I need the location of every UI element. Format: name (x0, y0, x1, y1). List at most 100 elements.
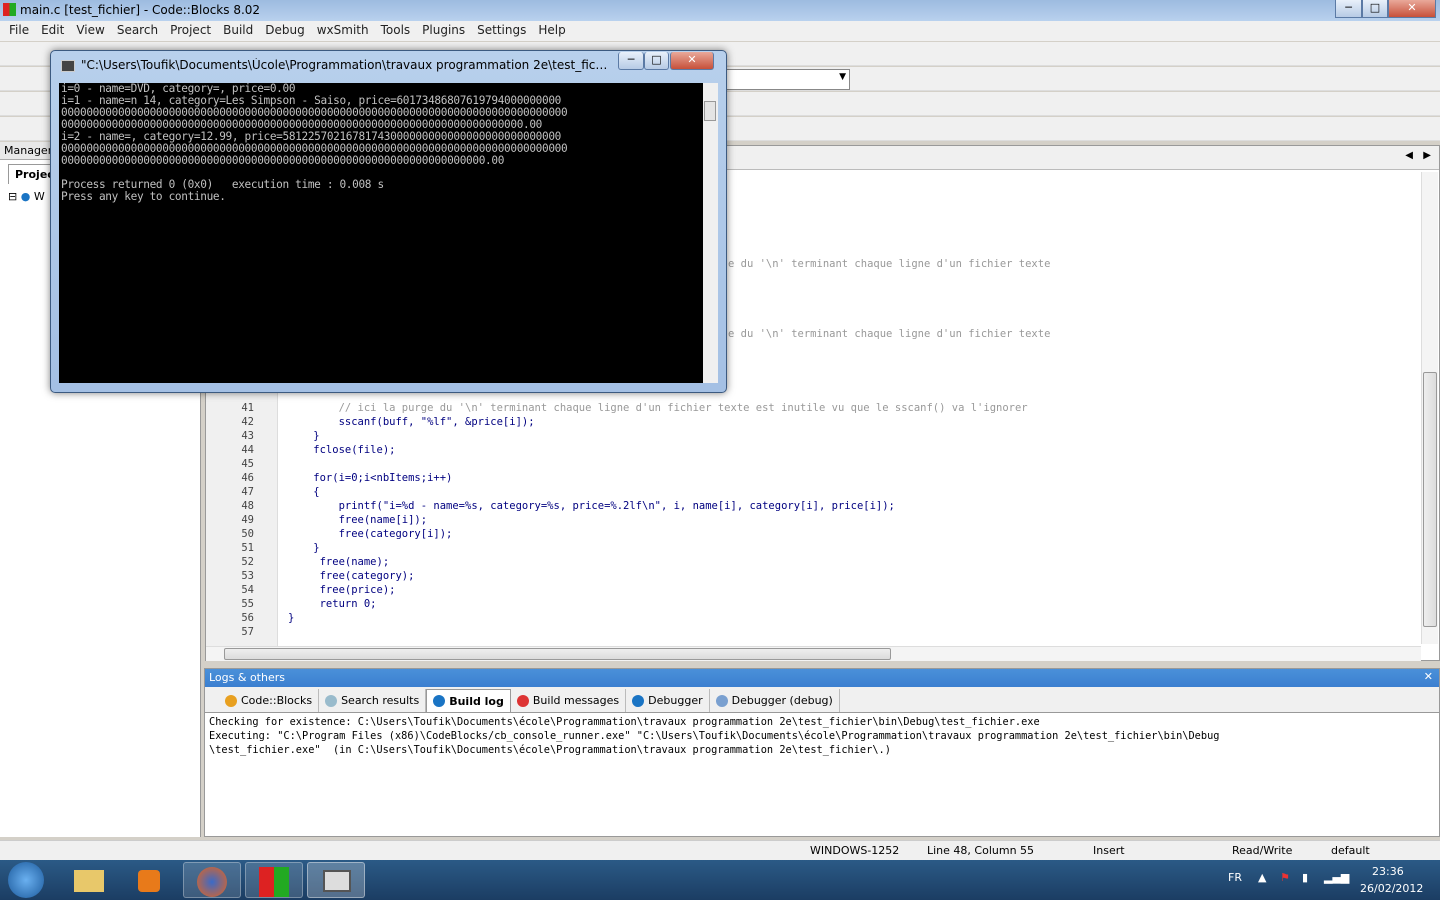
code-line[interactable]: fclose(file); (288, 443, 395, 457)
pin-icon (516, 694, 529, 707)
console-title: "C:\Users\Toufik\Documents\Úcole\Program… (81, 58, 611, 72)
tab-label: Debugger (debug) (731, 694, 833, 707)
code-fragment: e du '\n' terminant chaque ligne d'un fi… (728, 328, 1051, 340)
menu-search[interactable]: Search (111, 21, 164, 41)
code-line[interactable]: free(name[i]); (288, 513, 428, 527)
line-number: 47 (241, 486, 254, 498)
codeblocks-taskbar-icon[interactable] (245, 862, 303, 898)
clock-date[interactable]: 26/02/2012 (1360, 882, 1423, 895)
tab-code-blocks[interactable]: Code::Blocks (219, 689, 320, 712)
console-scrollbar[interactable] (703, 83, 718, 383)
explorer-taskbar-icon[interactable] (60, 862, 118, 898)
console-taskbar-icon[interactable] (307, 862, 365, 898)
line-number: 41 (241, 402, 254, 414)
line-number: 51 (241, 542, 254, 554)
network-icon[interactable]: ▂▄▆ (1324, 871, 1349, 884)
code-line[interactable]: free(category[i]); (288, 527, 453, 541)
menu-debug[interactable]: Debug (259, 21, 310, 41)
code-line[interactable]: free(price); (288, 583, 396, 597)
pencil-icon (225, 694, 237, 707)
log-line: Executing: "C:\Program Files (x86)\CodeB… (209, 730, 1220, 742)
console-minimize-button[interactable]: ─ (618, 52, 644, 70)
close-icon[interactable]: ✕ (1424, 670, 1433, 683)
status-bar: WINDOWS-1252 Line 48, Column 55 Insert R… (0, 840, 1440, 860)
console-maximize-button[interactable]: □ (644, 52, 669, 70)
line-number: 53 (241, 570, 254, 582)
menu-tools[interactable]: Tools (375, 21, 417, 41)
tab-label: Build messages (532, 694, 620, 707)
menu-settings[interactable]: Settings (471, 21, 532, 41)
clock-time[interactable]: 23:36 (1372, 865, 1404, 878)
console-icon (61, 60, 75, 72)
chevron-down-icon: ▼ (839, 72, 846, 82)
line-number: 56 (241, 612, 254, 624)
line-number: 48 (241, 500, 254, 512)
tab-label: Search results (341, 694, 420, 707)
tab-debugger-debug-[interactable]: Debugger (debug) (710, 689, 840, 712)
logs-title: Logs & others (209, 671, 285, 684)
menu-help[interactable]: Help (532, 21, 571, 41)
console-line: Press any key to continue. (61, 190, 226, 203)
console-close-button[interactable]: ✕ (670, 52, 714, 70)
vertical-scrollbar[interactable] (1421, 172, 1438, 644)
gear-icon (632, 694, 645, 707)
menu-wxsmith[interactable]: wxSmith (311, 21, 375, 41)
minimize-button[interactable]: ─ (1335, 0, 1362, 18)
code-line[interactable]: } (288, 429, 319, 443)
code-line[interactable]: printf("i=%d - name=%s, category=%s, pri… (288, 499, 895, 513)
code-line[interactable]: for(i=0;i<nbItems;i++) (288, 471, 452, 485)
menu-view[interactable]: View (70, 21, 110, 41)
code-line[interactable]: sscanf(buff, "%lf", &price[i]); (288, 415, 535, 429)
code-line[interactable]: free(name); (288, 555, 390, 569)
horizontal-scrollbar[interactable] (206, 646, 1421, 661)
media-player-taskbar-icon[interactable] (120, 862, 178, 898)
power-icon[interactable]: ▮ (1302, 871, 1308, 884)
tab-build-messages[interactable]: Build messages (511, 689, 627, 712)
menu-plugins[interactable]: Plugins (416, 21, 471, 41)
code-line[interactable]: free(category); (288, 569, 415, 583)
menu-build[interactable]: Build (217, 21, 259, 41)
maximize-button[interactable]: □ (1362, 0, 1388, 18)
menu-edit[interactable]: Edit (35, 21, 70, 41)
line-number: 46 (241, 472, 254, 484)
scroll-thumb[interactable] (224, 648, 891, 660)
tab-search-results[interactable]: Search results (319, 689, 427, 712)
tab-scroll-right-icon[interactable]: ▶ (1423, 150, 1431, 161)
close-button[interactable]: ✕ (1388, 0, 1436, 18)
logs-tabs: Code::Blocks Search results Build log Build… (205, 687, 1439, 713)
code-line[interactable]: return 0; (288, 597, 377, 611)
codeblocks-icon (3, 3, 16, 16)
scroll-thumb[interactable] (704, 101, 716, 121)
code-fragment: e du '\n' terminant chaque ligne d'un fi… (728, 258, 1051, 270)
tab-build-log[interactable]: Build log (426, 689, 511, 712)
code-line[interactable]: // ici la purge du '\n' terminant chaque… (288, 401, 1028, 415)
console-window[interactable]: "C:\Users\Toufik\Documents\Úcole\Program… (50, 50, 727, 393)
code-line[interactable]: } (288, 611, 294, 625)
line-number: 44 (241, 444, 254, 456)
tab-scroll-left-icon[interactable]: ◀ (1405, 150, 1413, 161)
code-line[interactable]: { (288, 485, 319, 499)
status-mode: Insert (1093, 844, 1125, 857)
firefox-taskbar-icon[interactable] (183, 862, 241, 898)
target-dropdown[interactable]: ▼ (725, 69, 850, 90)
language-indicator[interactable]: FR (1228, 871, 1242, 884)
scroll-thumb[interactable] (1423, 372, 1437, 627)
log-line: Checking for existence: C:\Users\Toufik\… (209, 716, 1040, 728)
magnifier-icon (325, 694, 338, 707)
tree-item-label: W (33, 190, 45, 203)
system-tray: FR ▲ ⚑ ▮ ▂▄▆ 23:36 26/02/2012 (1210, 860, 1440, 900)
line-number: 52 (241, 556, 254, 568)
line-number: 42 (241, 416, 254, 428)
tab-label: Code::Blocks (241, 694, 313, 707)
code-line[interactable]: } (288, 541, 319, 555)
menu-project[interactable]: Project (164, 21, 217, 41)
window-title: main.c [test_fichier] - Code::Blocks 8.0… (20, 3, 261, 17)
action-center-icon[interactable]: ⚑ (1280, 871, 1290, 884)
tree-workspace[interactable]: ⊟ ● W (8, 190, 45, 203)
start-button[interactable] (8, 862, 44, 898)
tab-debugger[interactable]: Debugger (626, 689, 710, 712)
show-hidden-icons-icon[interactable]: ▲ (1258, 871, 1266, 884)
console-output: i=0 - name=DVD, category=, price=0.00 i=1… (59, 83, 703, 383)
menu-file[interactable]: File (3, 21, 35, 41)
status-access: Read/Write (1232, 844, 1293, 857)
